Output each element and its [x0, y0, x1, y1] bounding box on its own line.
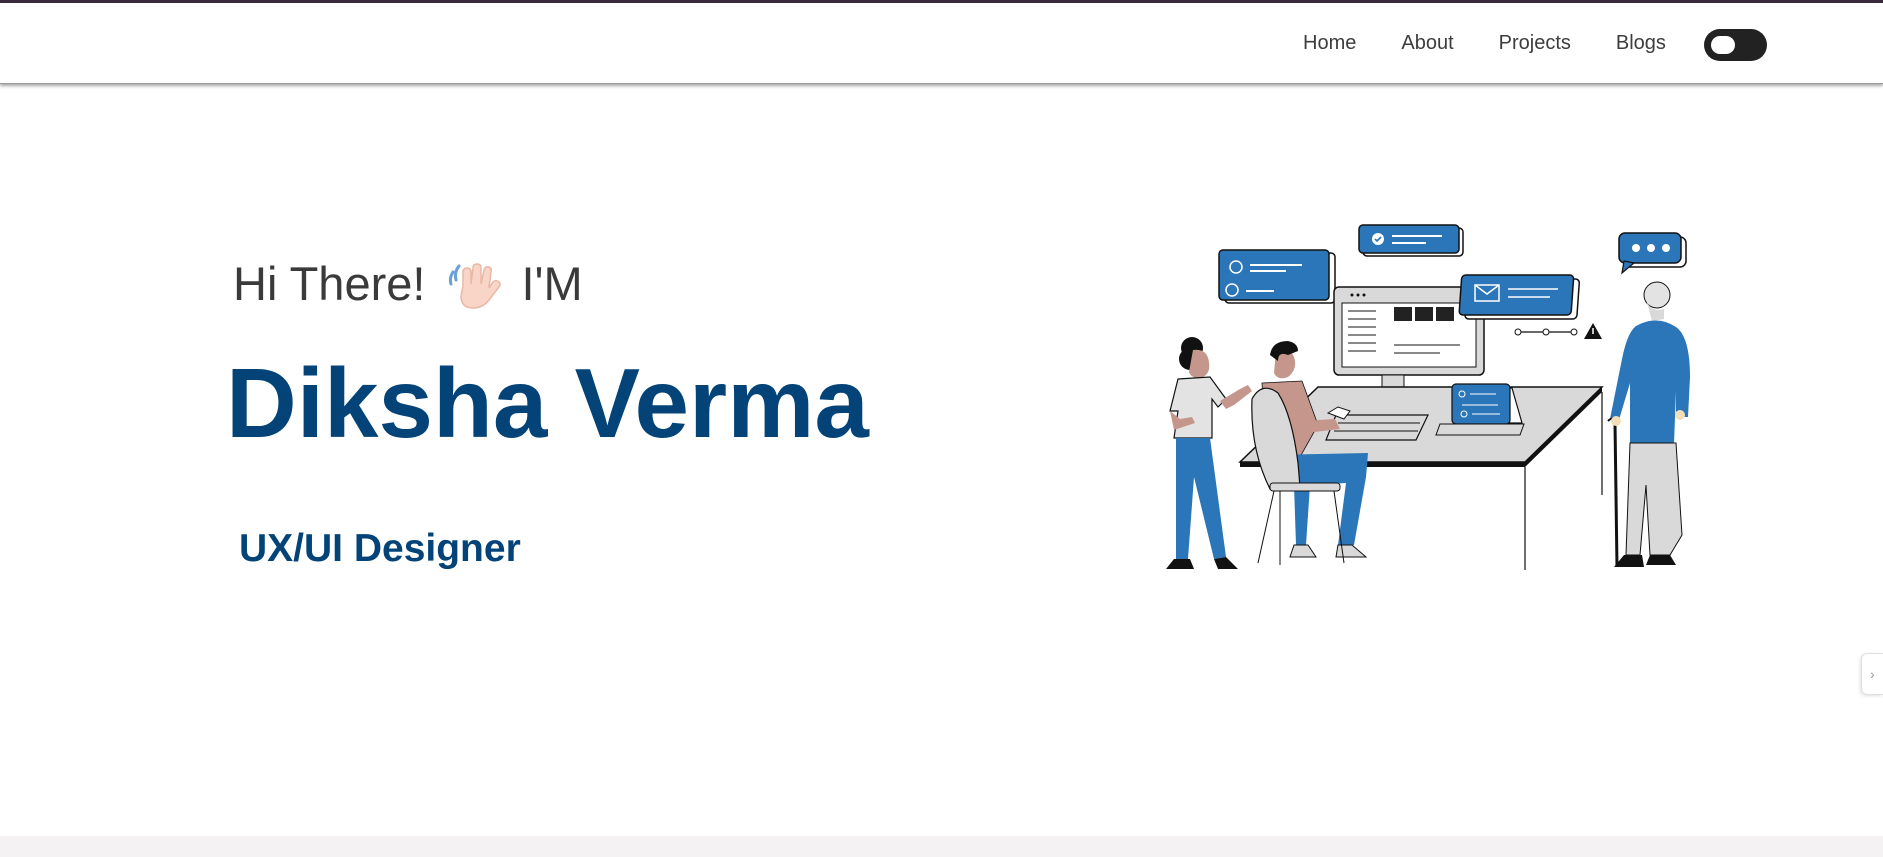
nav-links: Home About Projects Blogs [1303, 30, 1711, 56]
greeting-text: Hi There! [233, 257, 426, 310]
side-panel-tab[interactable]: › [1861, 653, 1883, 695]
toggle-knob [1711, 36, 1735, 54]
nav-link-blogs[interactable]: Blogs [1616, 30, 1666, 56]
nav-link-projects[interactable]: Projects [1499, 30, 1571, 56]
footer-strip [0, 836, 1883, 857]
hero-role: UX/UI Designer [239, 527, 521, 570]
theme-toggle[interactable] [1704, 29, 1767, 61]
waving-hand-icon [445, 256, 505, 312]
greeting: Hi There! I'M [233, 256, 583, 312]
navbar: Home About Projects Blogs [0, 3, 1883, 84]
greeting-suffix: I'M [521, 257, 583, 310]
nav-link-home[interactable]: Home [1303, 30, 1356, 56]
nav-link-about[interactable]: About [1401, 30, 1453, 56]
chevron-right-icon: › [1870, 666, 1875, 682]
team-working-illustration [1166, 224, 1690, 570]
hero-name: Diksha Verma [226, 348, 869, 458]
